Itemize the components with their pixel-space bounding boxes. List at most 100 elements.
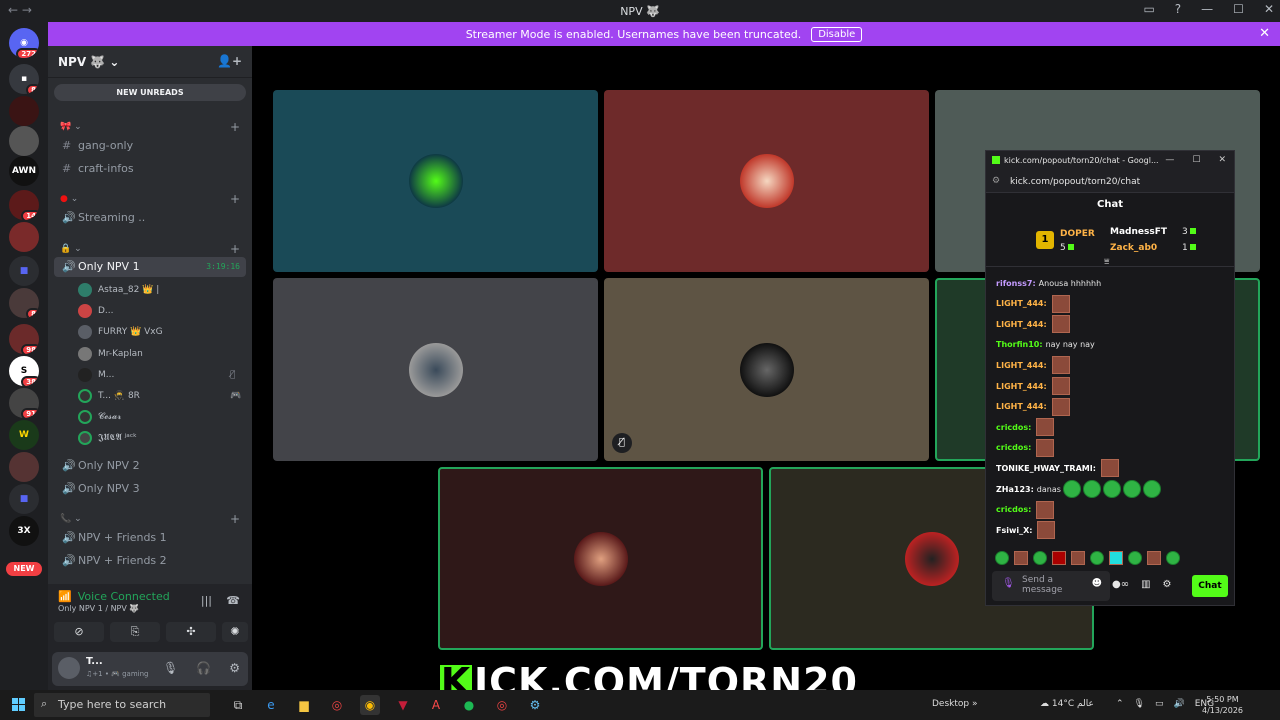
- chrome-icon[interactable]: ◉: [360, 695, 380, 715]
- chat-message[interactable]: LIGHT_444:: [996, 397, 1070, 417]
- banner-close-icon[interactable]: ✕: [1259, 26, 1270, 41]
- add-channel-icon[interactable]: +: [230, 242, 240, 256]
- server-header[interactable]: NPV 🐺 ⌄ 👤+: [48, 46, 252, 78]
- server-icon[interactable]: ▪ 8: [9, 64, 39, 94]
- participant-tile[interactable]: [273, 90, 598, 272]
- chat-username[interactable]: LIGHT_444:: [996, 382, 1047, 391]
- chat-message[interactable]: LIGHT_444:: [996, 314, 1070, 334]
- channel-only-npv-3[interactable]: 🔊 Only NPV 3: [54, 479, 246, 499]
- noise-suppression-icon[interactable]: |||: [201, 594, 212, 607]
- chat-message[interactable]: cricdos:: [996, 438, 1055, 458]
- voice-member[interactable]: T... 🥷 8R 🎮: [78, 386, 241, 406]
- chat-message[interactable]: LIGHT_444:: [996, 294, 1070, 314]
- weather-widget[interactable]: ☁ 14°C عالم: [1040, 699, 1094, 709]
- chat-username[interactable]: Thorfin10:: [996, 340, 1043, 349]
- voice-member[interactable]: 𝕵𝖀𝕮𝕬 ʲᵃᶜᵏ: [78, 428, 137, 448]
- category-header[interactable]: 🔒 ⌄ +: [60, 242, 240, 256]
- server-icon[interactable]: 98: [9, 324, 39, 354]
- close-button[interactable]: ✕: [1264, 2, 1274, 16]
- server-icon[interactable]: [9, 96, 39, 126]
- microphone-icon[interactable]: 🎙: [1134, 699, 1145, 709]
- folder-icon[interactable]: ■: [9, 256, 39, 286]
- server-3x[interactable]: 3X: [9, 516, 39, 546]
- edge-icon[interactable]: e: [261, 695, 281, 715]
- emote[interactable]: [1128, 551, 1142, 565]
- channel-npv-friends-1[interactable]: 🔊 NPV + Friends 1: [54, 528, 246, 548]
- chat-message[interactable]: cricdos:: [996, 500, 1055, 520]
- app-icon[interactable]: ◎: [492, 695, 512, 715]
- chat-username[interactable]: LIGHT_444:: [996, 320, 1047, 329]
- chat-username[interactable]: LIGHT_444:: [996, 402, 1047, 411]
- app-icon[interactable]: A: [426, 695, 446, 715]
- opera-gx-icon[interactable]: ◎: [327, 695, 347, 715]
- camera-off-button[interactable]: ⊘: [54, 622, 104, 642]
- chat-message[interactable]: rifonss7: Anousa hhhhhh: [996, 273, 1101, 293]
- chat-send-button[interactable]: Chat: [1192, 575, 1228, 597]
- server-icon[interactable]: [9, 222, 39, 252]
- channel-only-npv-1[interactable]: 🔊 Only NPV 1 3:19:16: [54, 257, 246, 277]
- chat-username[interactable]: cricdos:: [996, 423, 1031, 432]
- category-header[interactable]: 🎀 ⌄ +: [60, 120, 240, 134]
- emote[interactable]: [1052, 551, 1066, 565]
- inbox-icon[interactable]: ▭: [1143, 2, 1154, 16]
- server-awn[interactable]: AWN: [9, 156, 39, 186]
- task-view-icon[interactable]: ⧉: [228, 695, 248, 715]
- emote[interactable]: [1033, 551, 1047, 565]
- channel-gang-only[interactable]: # gang-only: [54, 136, 246, 156]
- send-message-input[interactable]: 🎙 Send a message ☻: [992, 571, 1110, 601]
- chat-message[interactable]: Fsiwi_X:: [996, 520, 1056, 540]
- chat-username[interactable]: TONIKE_HWAY_TRAMI:: [996, 464, 1096, 473]
- add-channel-icon[interactable]: +: [230, 120, 240, 134]
- desktop-toolbar[interactable]: Desktop »: [932, 699, 978, 709]
- emote[interactable]: [1109, 551, 1123, 565]
- maximize-button[interactable]: ☐: [1233, 2, 1244, 16]
- server-icon[interactable]: 8: [9, 288, 39, 318]
- minimize-button[interactable]: —: [1165, 155, 1174, 165]
- category-header[interactable]: 📞 ⌄ +: [60, 512, 240, 526]
- chat-username[interactable]: ZHa123:: [996, 485, 1034, 494]
- maximize-button[interactable]: ☐: [1192, 155, 1200, 165]
- participant-tile[interactable]: 🎙̸: [604, 278, 929, 461]
- volume-icon[interactable]: 🔊: [1174, 699, 1185, 709]
- participant-tile[interactable]: [273, 278, 598, 461]
- server-icon[interactable]: W: [9, 420, 39, 450]
- new-unreads-pill[interactable]: NEW: [6, 562, 42, 576]
- voice-member[interactable]: D...: [78, 301, 114, 321]
- file-explorer-icon[interactable]: ▆: [294, 695, 314, 715]
- chat-message[interactable]: LIGHT_444:: [996, 376, 1070, 396]
- server-icon[interactable]: [9, 452, 39, 482]
- participant-tile[interactable]: [438, 467, 763, 650]
- popout-url-bar[interactable]: ⚙ kick.com/popout/torn20/chat: [986, 171, 1234, 193]
- screen-share-button[interactable]: ⎘: [110, 622, 160, 642]
- activities-button[interactable]: ✣: [166, 622, 216, 642]
- chat-message[interactable]: cricdos:: [996, 417, 1055, 437]
- chat-username[interactable]: LIGHT_444:: [996, 361, 1047, 370]
- chat-username[interactable]: cricdos:: [996, 505, 1031, 514]
- add-channel-icon[interactable]: +: [230, 512, 240, 526]
- chat-message[interactable]: LIGHT_444:: [996, 355, 1070, 375]
- emote[interactable]: [1071, 551, 1085, 565]
- chat-message[interactable]: ZHa123: danas: [996, 479, 1161, 499]
- voice-connected-status[interactable]: 📶 Voice Connected: [58, 590, 170, 603]
- channel-npv-friends-2[interactable]: 🔊 NPV + Friends 2: [54, 551, 246, 571]
- channel-craft-infos[interactable]: # craft-infos: [54, 159, 246, 179]
- soundboard-button[interactable]: ✺: [222, 622, 248, 642]
- voice-channel-label[interactable]: Only NPV 1 / NPV 🐺: [58, 604, 139, 613]
- server-icon[interactable]: S 38: [9, 356, 39, 386]
- category-header[interactable]: ● ⌄ +: [60, 192, 240, 206]
- chat-username[interactable]: cricdos:: [996, 443, 1031, 452]
- taskbar-search[interactable]: ⌕ Type here to search: [34, 693, 210, 717]
- chat-username[interactable]: rifonss7:: [996, 279, 1036, 288]
- steam-icon[interactable]: ⚙: [525, 695, 545, 715]
- store-icon[interactable]: ▥: [1141, 579, 1150, 590]
- voice-member[interactable]: 𝓒𝓮𝓼𝓪𝓻: [78, 407, 121, 427]
- start-button[interactable]: [12, 698, 25, 711]
- emote[interactable]: [995, 551, 1009, 565]
- kicks-icon[interactable]: ●∞: [1112, 579, 1129, 590]
- voice-member[interactable]: FURRY 👑 VxG: [78, 322, 163, 342]
- minimize-button[interactable]: —: [1201, 2, 1213, 16]
- avatar[interactable]: [58, 657, 80, 679]
- disconnect-icon[interactable]: ☎: [226, 594, 240, 607]
- emote[interactable]: [1166, 551, 1180, 565]
- headphones-icon[interactable]: 🎧: [196, 661, 211, 675]
